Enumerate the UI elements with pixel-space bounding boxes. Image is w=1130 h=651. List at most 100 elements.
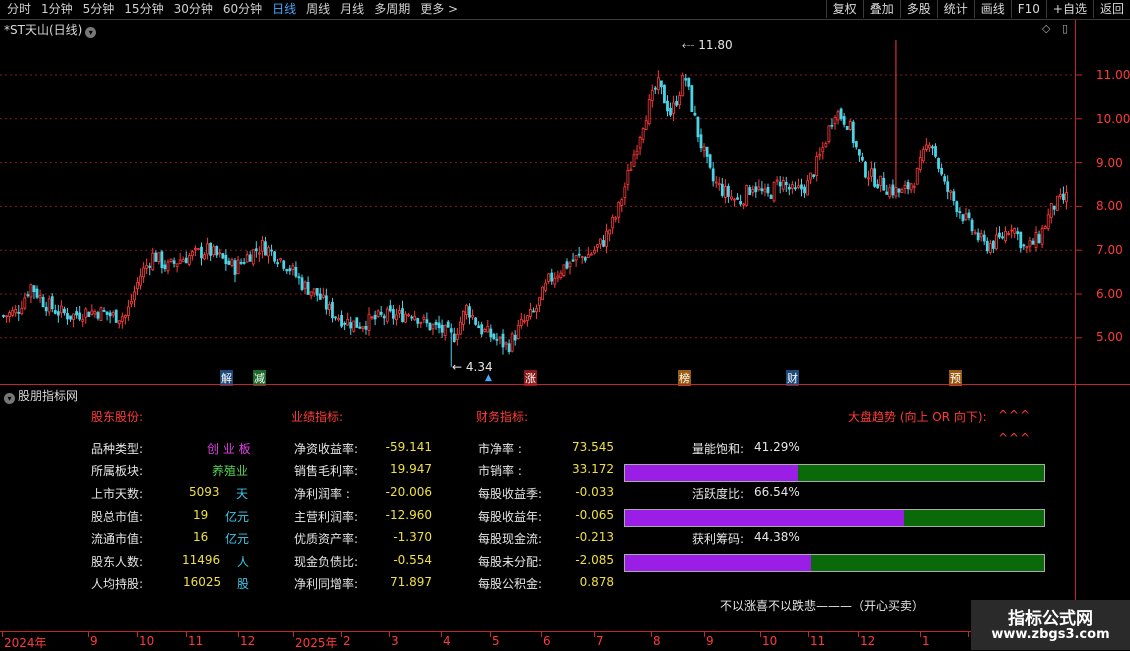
candle-body (498, 336, 502, 339)
indicator-title[interactable]: ▾ 股朋指标网 (4, 387, 78, 404)
f10-button[interactable]: F10 (1010, 0, 1046, 18)
candle-body (833, 117, 837, 125)
candle-body (117, 320, 121, 325)
candle-body (443, 324, 447, 336)
candle-body (851, 121, 855, 144)
candle-body (854, 141, 858, 148)
candle-body (650, 89, 654, 101)
candle-body (96, 312, 100, 319)
back-button[interactable]: 返回 (1092, 0, 1130, 18)
candle-body (66, 313, 69, 320)
candle-body (958, 211, 962, 214)
board-type-value: 创 业 板 (207, 442, 251, 456)
candle-body (970, 219, 974, 232)
draw-line-button[interactable]: 画线 (973, 0, 1011, 18)
candle-body (306, 281, 310, 295)
candle-body (589, 253, 593, 256)
candle-body (294, 267, 298, 277)
candle-body (672, 102, 675, 114)
candle-body (632, 154, 636, 167)
candle-body (382, 315, 386, 319)
candle-body (59, 305, 63, 314)
candle-body (331, 302, 334, 319)
chevron-down-icon[interactable]: ▾ (4, 393, 15, 404)
candle-body (867, 177, 870, 180)
candle-body (63, 308, 66, 314)
candle-body (1016, 231, 1020, 235)
tab-monthly[interactable]: 月线 (335, 1, 369, 18)
candle-body (370, 316, 374, 319)
candle-body (818, 154, 822, 157)
statistics-button[interactable]: 统计 (936, 0, 974, 18)
candle-body (577, 253, 581, 256)
candle-body (291, 265, 295, 271)
candle-body (315, 288, 319, 296)
period-tabs: 分时 1分钟 5分钟 15分钟 30分钟 60分钟 日线 周线 月线 多周期 更… (2, 1, 463, 18)
tab-daily[interactable]: 日线 (267, 1, 301, 18)
candle-body (538, 297, 541, 306)
tab-15min[interactable]: 15分钟 (119, 1, 168, 18)
candle-body (985, 241, 989, 252)
overlay-button[interactable]: 叠加 (862, 0, 900, 18)
watermark-url: www.zbgs3.com (991, 627, 1110, 642)
candle-body (532, 310, 535, 313)
candle-body (407, 314, 411, 317)
x-axis-tick (541, 632, 542, 637)
candle-body (982, 234, 986, 242)
candle-body (431, 324, 435, 330)
candlestick-chart[interactable] (0, 20, 1130, 386)
candle-body (90, 310, 94, 315)
tab-weekly[interactable]: 周线 (301, 1, 335, 18)
candle-body (367, 313, 371, 331)
tab-fenshi[interactable]: 分时 (2, 1, 36, 18)
x-axis-tick (293, 632, 294, 637)
metric-value: 33.172 (572, 462, 614, 476)
label-total-cap: 股总市值: (91, 510, 144, 524)
candle-body (300, 277, 304, 290)
candle-body (41, 297, 45, 308)
multi-stock-button[interactable]: 多股 (899, 0, 937, 18)
candle-body (297, 276, 301, 279)
candle-body (154, 252, 158, 262)
candle-body (474, 317, 478, 325)
candle-body (254, 248, 258, 252)
x-axis-label: 2 (343, 634, 351, 648)
tab-5min[interactable]: 5分钟 (78, 1, 120, 18)
candle-body (821, 147, 825, 153)
x-axis-label: 6 (543, 634, 551, 648)
tab-30min[interactable]: 30分钟 (169, 1, 218, 18)
candle-body (355, 317, 359, 328)
candle-body (434, 321, 438, 326)
candle-body (714, 181, 718, 184)
candle-body (166, 261, 170, 272)
candle-body (312, 288, 316, 294)
candle-body (608, 229, 612, 235)
candle-body (486, 326, 490, 333)
candle-body (87, 311, 91, 317)
candle-body (663, 84, 666, 104)
tab-1min[interactable]: 1分钟 (36, 1, 78, 18)
price-axis-divider (1075, 20, 1076, 650)
add-watchlist-button[interactable]: +自选 (1045, 0, 1093, 18)
trend-arrows-2: ^^^ (998, 431, 1032, 445)
candle-body (602, 240, 605, 247)
volume-saturation-fill (625, 465, 798, 481)
tab-60min[interactable]: 60分钟 (218, 1, 267, 18)
candle-body (666, 100, 669, 112)
candle-body (282, 260, 286, 269)
candle-body (446, 321, 450, 328)
label-per-holder: 人均持股: (91, 577, 144, 591)
candle-body (705, 146, 709, 157)
candle-body (385, 308, 389, 322)
x-axis-tick (651, 632, 652, 637)
candle-body (1062, 193, 1065, 201)
tab-more[interactable]: 更多 > (415, 1, 463, 18)
adjust-button[interactable]: 复权 (825, 0, 863, 18)
y-tick-label: 9.00 (1096, 156, 1123, 170)
candle-body (848, 121, 852, 130)
candle-body (556, 275, 560, 279)
metric-value: -0.033 (575, 485, 614, 499)
tab-multi-period[interactable]: 多周期 (369, 1, 415, 18)
panel-divider[interactable] (0, 384, 1130, 385)
candle-body (775, 179, 779, 182)
